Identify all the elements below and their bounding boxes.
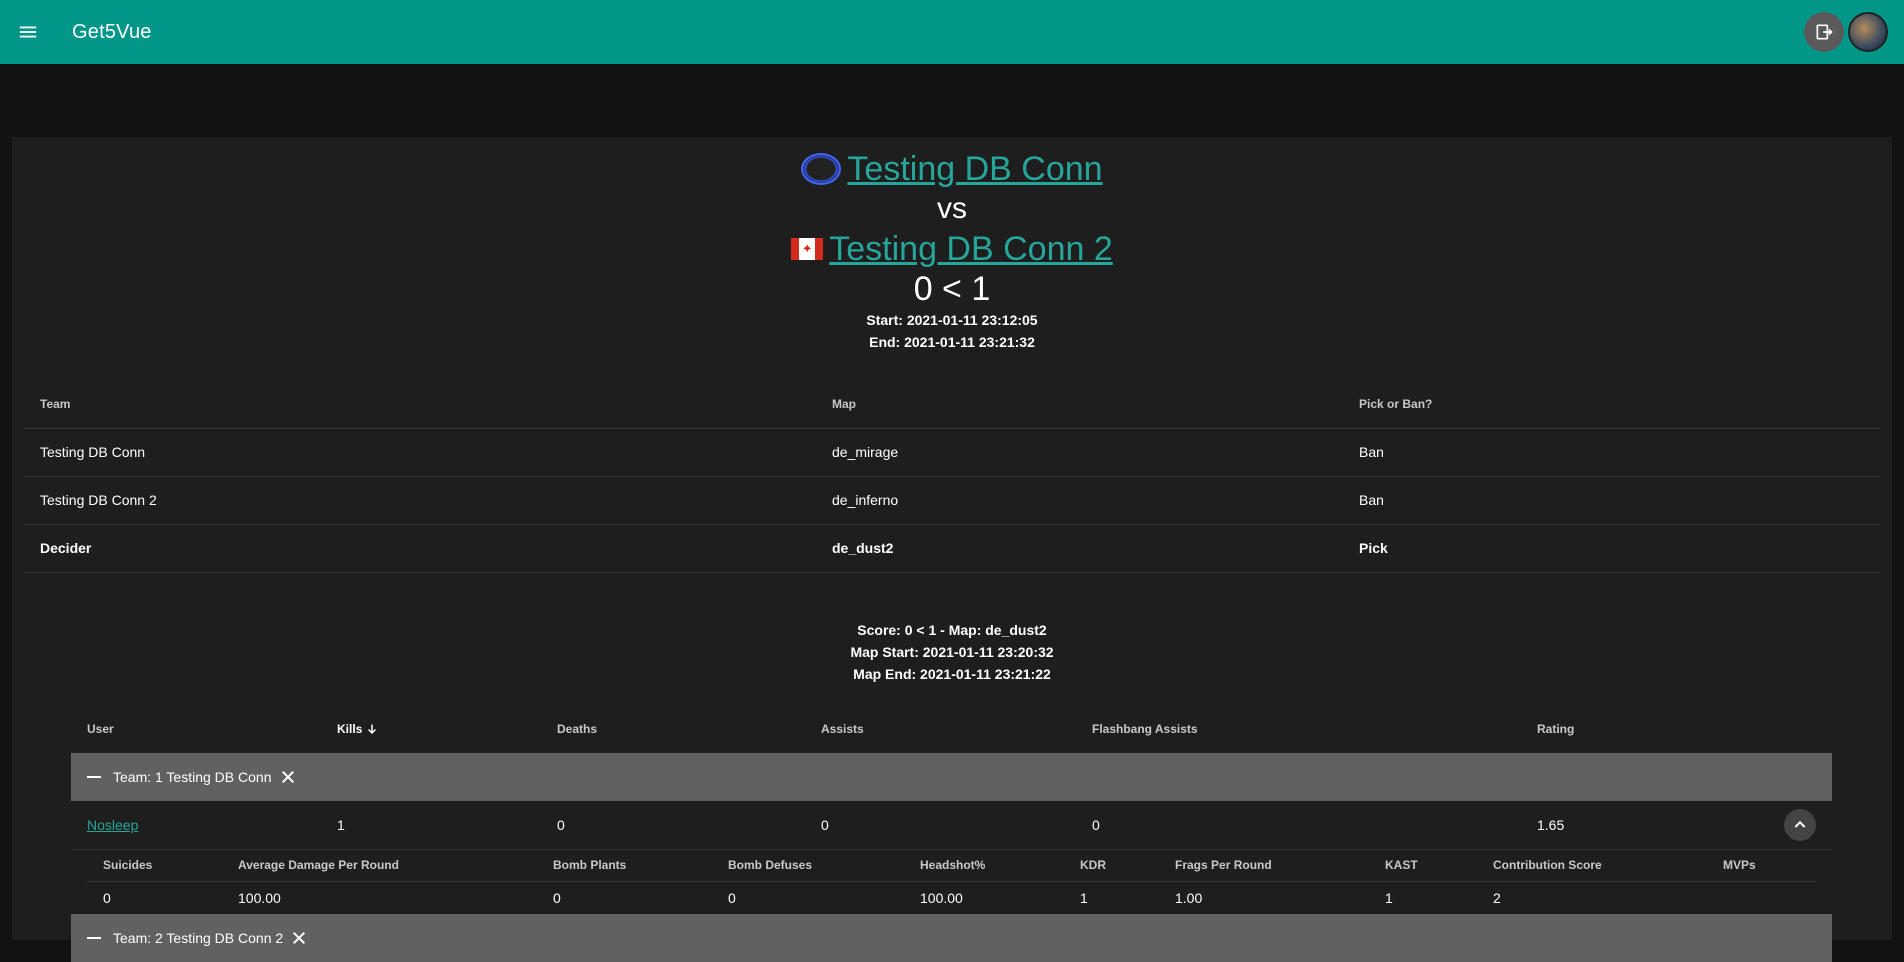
detail-adr: 100.00 <box>238 889 281 906</box>
player-rating: 1.65 <box>1537 816 1565 833</box>
detail-header-row: Suicides Average Damage Per Round Bomb P… <box>87 849 1816 882</box>
veto-map: de_dust2 <box>816 524 1343 573</box>
close-icon[interactable] <box>291 930 307 946</box>
detail-header-mvps: MVPs <box>1707 849 1816 882</box>
collapse-icon[interactable] <box>87 936 101 939</box>
detail-value-row: 0 100.00 0 0 100.00 1 1.00 1 2 <box>87 882 1816 914</box>
chevron-up-icon <box>1794 820 1806 828</box>
match-card: Testing DB Conn vs ✦ Testing DB Conn 2 0… <box>12 137 1892 962</box>
team1-group-label: Team: 1 Testing DB Conn <box>113 769 272 785</box>
team1-link[interactable]: Testing DB Conn <box>847 149 1102 189</box>
player-row: Nosleep 1 0 0 0 1.65 <box>71 801 1832 850</box>
veto-pickban: Pick <box>1343 524 1880 573</box>
menu-icon <box>19 26 37 38</box>
detail-header-suicides: Suicides <box>87 849 222 882</box>
veto-header-team[interactable]: Team <box>24 380 816 429</box>
player-assists: 0 <box>805 801 1076 850</box>
match-header: Testing DB Conn vs ✦ Testing DB Conn 2 0… <box>12 137 1892 353</box>
veto-header-pickban[interactable]: Pick or Ban? <box>1343 380 1880 429</box>
detail-header-adr: Average Damage Per Round <box>222 849 537 882</box>
veto-row: Testing DB Conn 2 de_inferno Ban <box>24 476 1880 525</box>
user-avatar[interactable] <box>1848 12 1888 52</box>
collapse-icon[interactable] <box>87 776 101 778</box>
team1-logo <box>801 153 842 185</box>
map-info: Score: 0 < 1 - Map: de_dust2 Map Start: … <box>12 619 1892 685</box>
detail-header-kdr: KDR <box>1064 849 1159 882</box>
veto-pickban: Ban <box>1343 428 1880 477</box>
player-detail-table: Suicides Average Damage Per Round Bomb P… <box>87 849 1816 914</box>
stats-header-row: User Kills Deaths Assists Flashbang Assi… <box>71 705 1832 753</box>
team2-group-label: Team: 2 Testing DB Conn 2 <box>113 929 284 946</box>
detail-header-bomb-plants: Bomb Plants <box>537 849 712 882</box>
app-title[interactable]: Get5Vue <box>72 21 152 44</box>
match-end: End: 2021-01-11 23:21:32 <box>869 334 1035 350</box>
player-detail-row: Suicides Average Damage Per Round Bomb P… <box>71 849 1832 914</box>
detail-contribution: 2 <box>1493 889 1501 906</box>
sort-arrow-down-icon <box>367 724 376 735</box>
logout-icon <box>1816 24 1833 40</box>
detail-mvps <box>1707 882 1816 914</box>
veto-team: Decider <box>24 524 816 573</box>
team2-link[interactable]: Testing DB Conn 2 <box>829 229 1113 269</box>
match-start: Start: 2021-01-11 23:12:05 <box>866 312 1038 328</box>
close-icon[interactable] <box>280 769 296 785</box>
veto-team: Testing DB Conn <box>24 428 816 477</box>
stats-header-user[interactable]: User <box>71 705 321 753</box>
veto-pickban: Ban <box>1343 476 1880 525</box>
veto-header-row: Team Map Pick or Ban? <box>24 380 1880 429</box>
detail-fpr: 1.00 <box>1175 889 1203 906</box>
detail-header-contribution: Contribution Score <box>1477 849 1707 882</box>
map-score: Score: 0 < 1 - Map: de_dust2 <box>857 622 1047 638</box>
veto-table: Team Map Pick or Ban? Testing DB Conn de… <box>24 380 1880 573</box>
stats-header-deaths[interactable]: Deaths <box>541 705 805 753</box>
sub-toolbar <box>0 64 1904 136</box>
detail-header-bomb-defuses: Bomb Defuses <box>712 849 904 882</box>
detail-header-headshot: Headshot% <box>904 849 1064 882</box>
detail-kdr: 1 <box>1080 889 1088 906</box>
team1-group-row: Team: 1 Testing DB Conn <box>71 753 1832 801</box>
detail-header-fpr: Frags Per Round <box>1159 849 1369 882</box>
player-stats-table: User Kills Deaths Assists Flashbang Assi… <box>71 705 1832 962</box>
player-deaths: 0 <box>541 801 805 850</box>
match-score: 0 < 1 <box>913 270 991 308</box>
canada-flag-icon: ✦ <box>791 238 824 260</box>
detail-kast: 1 <box>1385 889 1393 906</box>
detail-suicides: 0 <box>103 889 111 906</box>
veto-header-map[interactable]: Map <box>816 380 1343 429</box>
expand-button[interactable] <box>1784 808 1816 841</box>
stats-header-rating[interactable]: Rating <box>1521 705 1832 753</box>
stats-header-kills-label: Kills <box>337 722 363 736</box>
stats-header-assists[interactable]: Assists <box>805 705 1076 753</box>
veto-map: de_mirage <box>816 428 1343 477</box>
detail-headshot: 100.00 <box>920 889 963 906</box>
detail-bomb-defuses: 0 <box>728 889 736 906</box>
detail-bomb-plants: 0 <box>553 889 561 906</box>
stats-header-kills[interactable]: Kills <box>321 705 541 753</box>
team2-group-row: Team: 2 Testing DB Conn 2 <box>71 913 1832 962</box>
player-kills: 1 <box>321 801 541 850</box>
vs-label: vs <box>937 192 967 225</box>
veto-row: Decider de_dust2 Pick <box>24 524 1880 573</box>
logout-button[interactable] <box>1804 12 1844 52</box>
stats-header-flash-assists[interactable]: Flashbang Assists <box>1076 705 1521 753</box>
menu-button[interactable] <box>0 0 56 64</box>
veto-map: de_inferno <box>816 476 1343 525</box>
player-name-link[interactable]: Nosleep <box>87 817 138 833</box>
veto-row: Testing DB Conn de_mirage Ban <box>24 428 1880 477</box>
app-bar: Get5Vue <box>0 0 1904 64</box>
map-start: Map Start: 2021-01-11 23:20:32 <box>850 644 1054 660</box>
veto-team: Testing DB Conn 2 <box>24 476 816 525</box>
map-end: Map End: 2021-01-11 23:21:22 <box>853 666 1051 682</box>
player-flash-assists: 0 <box>1076 801 1521 850</box>
detail-header-kast: KAST <box>1369 849 1477 882</box>
